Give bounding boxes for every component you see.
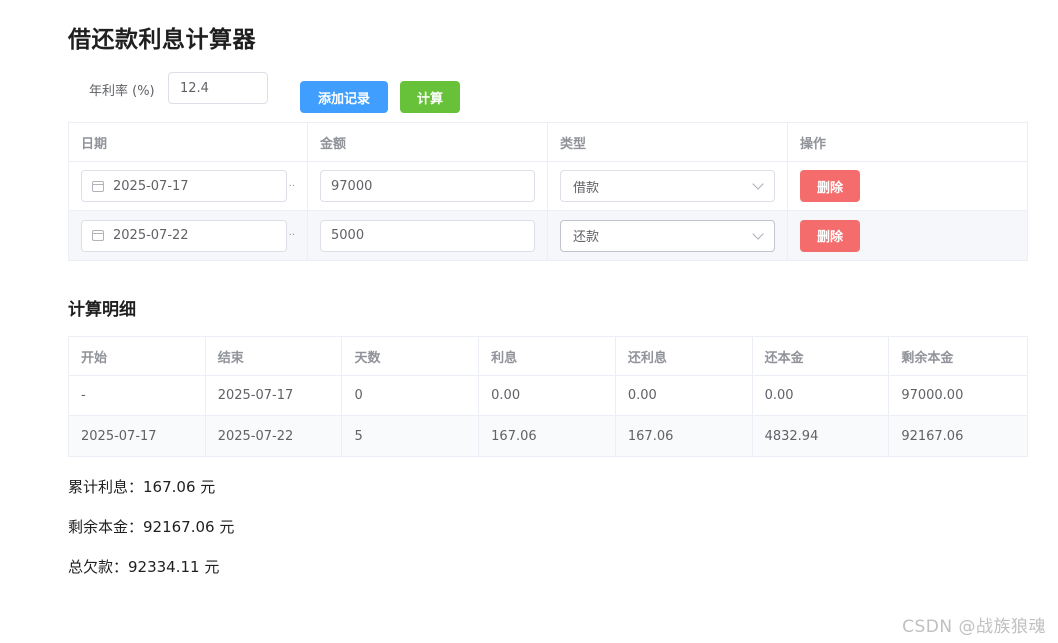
record-type-cell: 还款	[548, 211, 788, 260]
date-picker[interactable]: 2025-07-17	[81, 170, 287, 202]
header-type: 类型	[548, 123, 788, 161]
record-amount-cell: 97000	[308, 162, 548, 210]
calculate-button[interactable]: 计算	[400, 81, 460, 113]
detail-cell: 0.00	[753, 376, 890, 415]
rate-input[interactable]	[168, 72, 268, 104]
detail-cell: -	[69, 376, 206, 415]
detail-cell: 167.06	[616, 416, 753, 456]
total-interest: 累计利息：167.06 元	[68, 478, 216, 496]
detail-cell: 92167.06	[901, 428, 964, 444]
record-action-cell: 删除	[788, 162, 1027, 210]
detail-cell: 0	[342, 376, 480, 415]
header-date: 日期	[69, 123, 308, 161]
type-value: 还款	[573, 230, 600, 245]
type-select[interactable]: 借款	[560, 170, 775, 202]
detail-cell: 97000.00	[901, 388, 964, 403]
record-date-cell: 2025-07-22 ··	[69, 211, 308, 260]
detail-cell: 2025-07-17	[206, 376, 343, 415]
rate-label: 年利率 (%)	[89, 84, 155, 99]
watermark: CSDN @战族狼魂	[902, 617, 1046, 637]
record-type-cell: 借款	[548, 162, 788, 210]
detail-cell: 167.06	[479, 416, 616, 456]
records-header-row: 日期 金额 类型 操作	[69, 123, 1027, 162]
record-amount-cell: 5000	[308, 211, 548, 260]
chevron-down-icon	[752, 227, 764, 240]
calendar-icon	[92, 180, 104, 192]
amount-input[interactable]: 5000	[320, 219, 535, 252]
detail-title: 计算明细	[68, 300, 136, 320]
detail-cell: 2025-07-22	[206, 416, 343, 456]
type-select[interactable]: 还款	[560, 219, 775, 252]
detail-row: 2025-07-17 2025-07-22 5 167.06 167.06 48…	[69, 416, 1027, 456]
delete-button[interactable]: 删除	[800, 219, 860, 252]
header-interest: 利息	[479, 337, 616, 375]
remaining-principal: 剩余本金：92167.06 元	[68, 518, 235, 536]
detail-cell: 0.00	[479, 376, 616, 415]
amount-input[interactable]: 97000	[320, 170, 535, 202]
header-end: 结束	[206, 337, 343, 375]
record-row: 2025-07-17 ·· 97000 借款 删除	[69, 162, 1027, 211]
total-owed: 总欠款：92334.11 元	[68, 558, 220, 576]
detail-table: 开始 结束 天数 利息 还利息 还本金 剩余本金 - 2025-07-17 0 …	[68, 336, 1028, 457]
record-row: 2025-07-22 ·· 5000 还款 删除	[69, 211, 1027, 260]
header-repaid-principal: 还本金	[753, 337, 890, 375]
detail-header-row: 开始 结束 天数 利息 还利息 还本金 剩余本金	[69, 337, 1027, 376]
header-action: 操作	[800, 136, 827, 152]
date-picker[interactable]: 2025-07-22	[81, 219, 287, 252]
header-remaining-principal: 剩余本金	[901, 350, 954, 366]
overflow-dots: ··	[288, 230, 295, 241]
detail-cell: 4832.94	[753, 416, 890, 456]
detail-cell: 0.00	[616, 376, 753, 415]
overflow-dots: ··	[288, 180, 295, 192]
header-start: 开始	[69, 337, 206, 375]
header-repaid-interest: 还利息	[616, 337, 753, 375]
type-value: 借款	[573, 180, 600, 196]
header-amount: 金额	[308, 123, 548, 161]
date-value: 2025-07-17	[113, 178, 189, 194]
detail-cell: 2025-07-17	[69, 416, 206, 456]
delete-button[interactable]: 删除	[800, 170, 860, 202]
detail-row: - 2025-07-17 0 0.00 0.00 0.00 97000.00	[69, 376, 1027, 416]
page-title: 借还款利息计算器	[68, 27, 256, 53]
add-record-button[interactable]: 添加记录	[300, 81, 388, 113]
detail-cell: 5	[342, 416, 480, 456]
calendar-icon	[92, 230, 104, 241]
record-date-cell: 2025-07-17 ··	[69, 162, 308, 210]
date-value: 2025-07-22	[113, 228, 189, 243]
records-table: 日期 金额 类型 操作 2025-07-17 ·· 97000 借款 删除 20…	[68, 122, 1028, 261]
record-action-cell: 删除	[788, 211, 1027, 260]
header-days: 天数	[342, 337, 480, 375]
chevron-down-icon	[752, 178, 764, 190]
